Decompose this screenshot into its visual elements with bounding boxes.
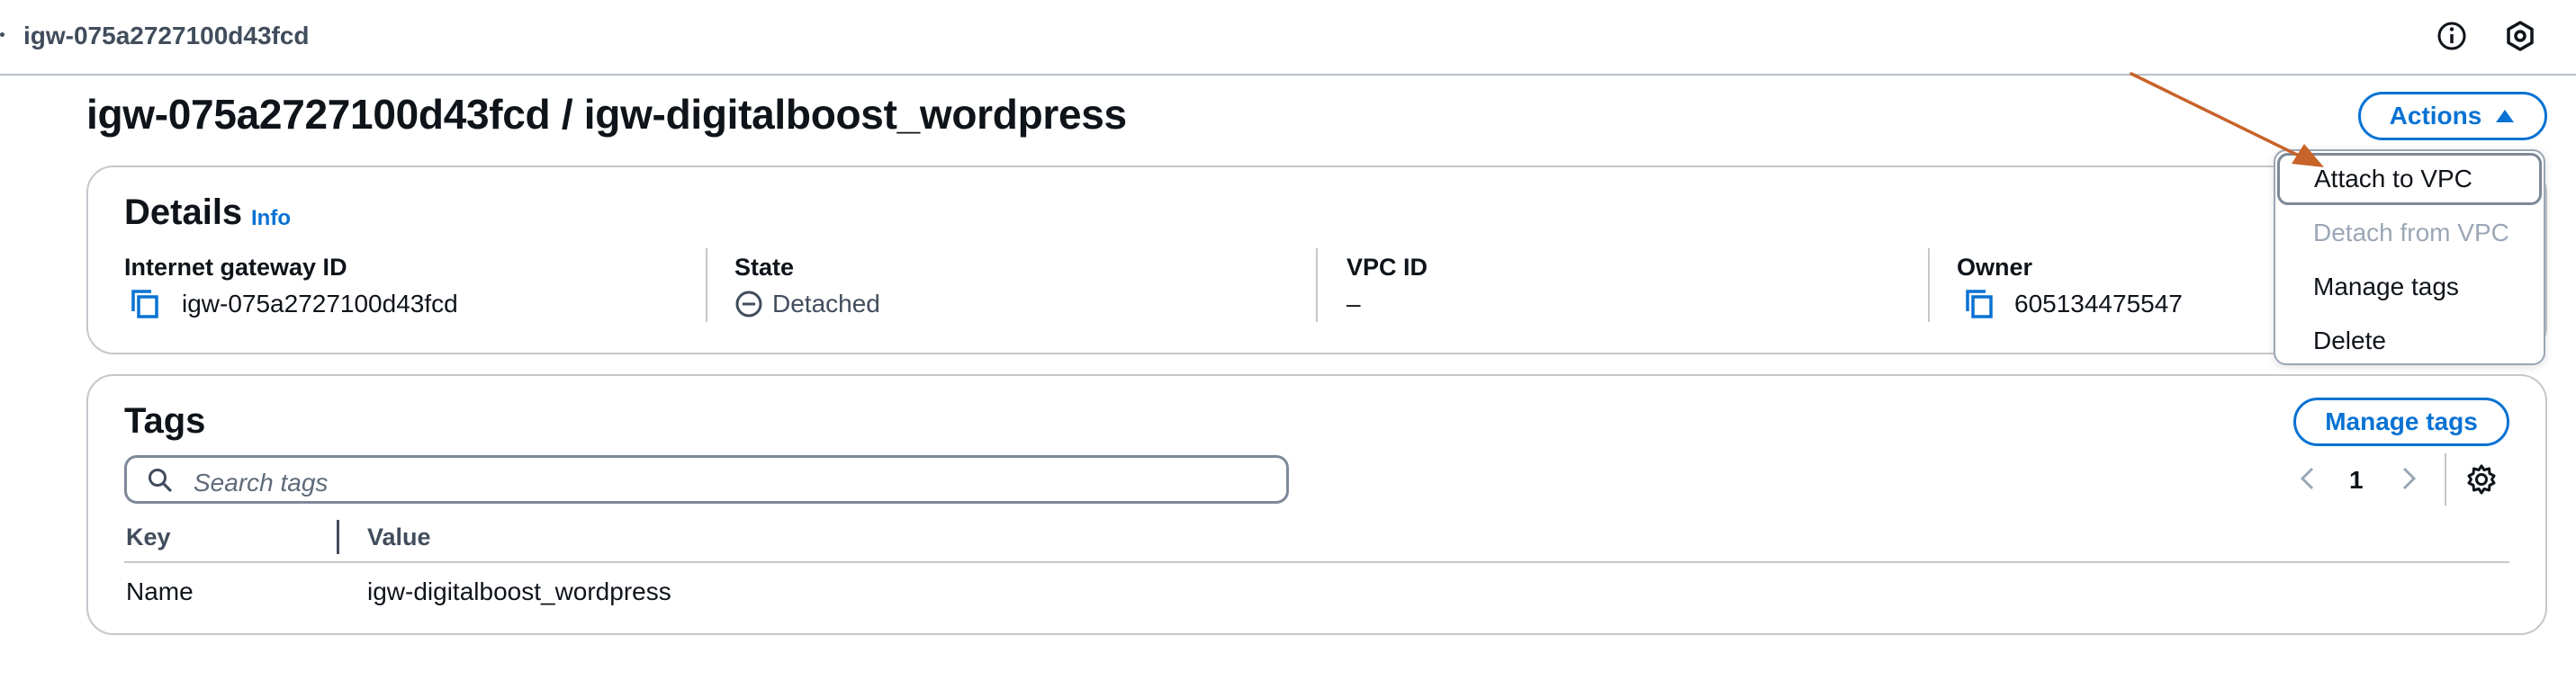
caret-up-icon [2496, 110, 2515, 122]
column-divider [1928, 248, 1930, 322]
chevron-left-icon[interactable] [2293, 464, 2322, 493]
actions-menu: Attach to VPC Detach from VPC Manage tag… [2274, 149, 2545, 365]
column-header-value[interactable]: Value [367, 523, 431, 551]
manage-tags-button[interactable]: Manage tags [2293, 398, 2509, 446]
table-cell-key: Name [126, 577, 194, 605]
page-title: igw-075a2727100d43fcd / igw-digitalboost… [86, 91, 1127, 138]
internet-gateway-id-value: igw-075a2727100d43fcd [182, 290, 458, 318]
top-bar: igw-075a2727100d43fcd [0, 0, 2576, 76]
internet-gateway-id-label: Internet gateway ID [124, 254, 347, 281]
column-header-key[interactable]: Key [126, 523, 171, 551]
copy-icon[interactable] [1964, 288, 1996, 320]
search-placeholder: Search tags [194, 469, 329, 497]
info-icon[interactable] [2434, 18, 2470, 54]
actions-button-label: Actions [2389, 102, 2482, 130]
table-header-divider [124, 561, 2509, 563]
owner-value: 605134475547 [2014, 290, 2183, 318]
column-divider [706, 248, 707, 322]
column-divider [1316, 248, 1318, 322]
owner-label: Owner [1957, 254, 2033, 281]
table-cell-value: igw-digitalboost_wordpress [367, 577, 671, 605]
breadcrumb-separator [0, 32, 5, 37]
details-info-link[interactable]: Info [251, 206, 291, 231]
minus-circle-icon [735, 291, 762, 318]
column-resize-handle[interactable] [337, 520, 339, 554]
menu-item-detach-from-vpc: Detach from VPC [2313, 219, 2509, 246]
chevron-right-icon[interactable] [2394, 464, 2423, 493]
vpc-id-value: – [1347, 290, 1361, 318]
state-label: State [734, 254, 795, 281]
gear-icon[interactable] [2464, 462, 2499, 497]
search-icon [149, 469, 172, 492]
annotation-arrow [2130, 72, 2324, 167]
breadcrumb: igw-075a2727100d43fcd [23, 22, 310, 49]
pagination-divider [2445, 453, 2446, 506]
copy-icon[interactable] [130, 288, 162, 320]
menu-item-delete[interactable]: Delete [2275, 315, 2544, 367]
tags-title: Tags [124, 401, 206, 441]
settings-hex-icon[interactable] [2502, 18, 2538, 54]
page-number[interactable]: 1 [2349, 466, 2364, 495]
vpc-id-label: VPC ID [1347, 254, 1428, 281]
menu-item-manage-tags[interactable]: Manage tags [2275, 261, 2544, 313]
details-title: Details [124, 192, 243, 232]
manage-tags-button-label: Manage tags [2325, 407, 2478, 435]
search-input[interactable]: Search tags [124, 455, 1289, 504]
actions-button[interactable]: Actions [2358, 92, 2547, 140]
state-value: Detached [772, 290, 880, 318]
